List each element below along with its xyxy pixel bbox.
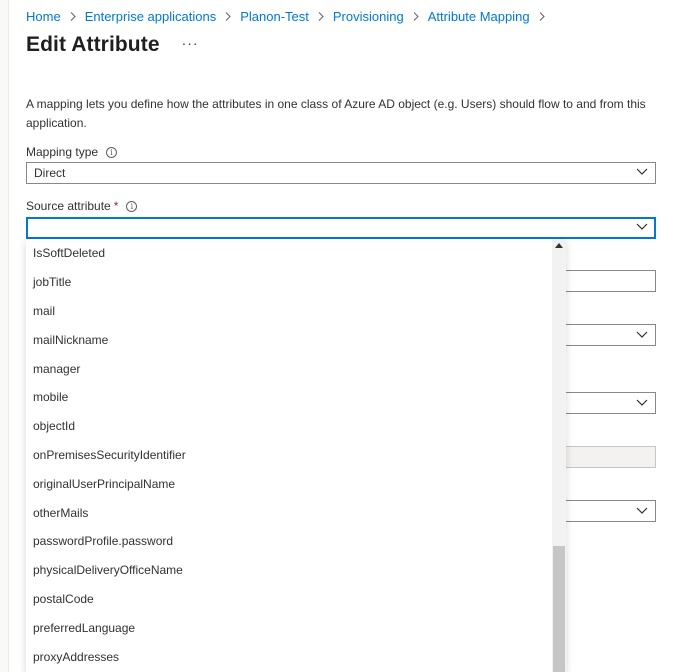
dropdown-option[interactable]: mail bbox=[26, 297, 566, 326]
chevron-down-icon bbox=[636, 507, 648, 515]
default-value-field[interactable] bbox=[565, 270, 656, 292]
chevron-right-icon bbox=[225, 12, 231, 21]
source-attribute-select[interactable] bbox=[26, 217, 656, 239]
page-description: A mapping lets you define how the attrib… bbox=[26, 97, 646, 130]
breadcrumb: Home Enterprise applications Planon-Test… bbox=[26, 9, 554, 24]
dropdown-option[interactable]: passwordProfile.password bbox=[26, 527, 566, 556]
dropdown-option[interactable]: preferredLanguage bbox=[26, 613, 566, 642]
chevron-right-icon bbox=[539, 12, 545, 21]
dropdown-option[interactable]: proxyAddresses bbox=[26, 642, 566, 671]
chevron-down-icon bbox=[636, 168, 648, 176]
source-attribute-dropdown: IsSoftDeleted jobTitle mail mailNickname… bbox=[26, 239, 566, 672]
source-attribute-label-text: Source attribute bbox=[26, 199, 111, 213]
chevron-right-icon bbox=[318, 12, 324, 21]
dropdown-option[interactable]: physicalDeliveryOfficeName bbox=[26, 556, 566, 585]
scrollbar-thumb[interactable] bbox=[553, 546, 565, 672]
dropdown-option[interactable]: postalCode bbox=[26, 585, 566, 614]
dropdown-option[interactable]: objectId bbox=[26, 412, 566, 441]
mapping-type-label: Mapping type i bbox=[26, 145, 118, 159]
dropdown-option[interactable]: otherMails bbox=[26, 498, 566, 527]
required-asterisk: * bbox=[113, 199, 119, 213]
breadcrumb-planon-test[interactable]: Planon-Test bbox=[240, 9, 309, 24]
dropdown-option[interactable]: mailNickname bbox=[26, 325, 566, 354]
disabled-field bbox=[565, 446, 656, 468]
breadcrumb-enterprise-applications[interactable]: Enterprise applications bbox=[85, 9, 217, 24]
dropdown-scrollbar[interactable] bbox=[552, 239, 566, 672]
page-title: Edit Attribute bbox=[26, 33, 160, 56]
chevron-down-icon bbox=[636, 223, 648, 231]
chevron-right-icon bbox=[70, 12, 76, 21]
chevron-down-icon bbox=[636, 399, 648, 407]
dropdown-option[interactable]: mobile bbox=[26, 383, 566, 412]
more-options-button[interactable]: ··· bbox=[182, 35, 199, 51]
dropdown-option[interactable]: originalUserPrincipalName bbox=[26, 469, 566, 498]
mapping-type-label-text: Mapping type bbox=[26, 145, 99, 159]
chevron-right-icon bbox=[413, 12, 419, 21]
background-select[interactable] bbox=[565, 324, 656, 346]
info-icon[interactable]: i bbox=[106, 146, 118, 158]
dropdown-option[interactable]: jobTitle bbox=[26, 268, 566, 297]
mapping-type-value: Direct bbox=[34, 166, 66, 180]
scroll-up-arrow-icon[interactable] bbox=[555, 243, 563, 248]
source-attribute-label: Source attribute * i bbox=[26, 199, 138, 213]
breadcrumb-provisioning[interactable]: Provisioning bbox=[333, 9, 404, 24]
mapping-type-select[interactable]: Direct bbox=[26, 162, 656, 184]
dropdown-option[interactable]: manager bbox=[26, 354, 566, 383]
dropdown-option[interactable]: onPremisesSecurityIdentifier bbox=[26, 441, 566, 470]
chevron-down-icon bbox=[636, 331, 648, 339]
info-icon[interactable]: i bbox=[126, 200, 138, 212]
background-select[interactable] bbox=[565, 500, 656, 522]
breadcrumb-attribute-mapping[interactable]: Attribute Mapping bbox=[428, 9, 530, 24]
blade-left-edge bbox=[0, 0, 9, 672]
title-row: Edit Attribute ··· bbox=[26, 33, 199, 57]
dropdown-option[interactable]: IsSoftDeleted bbox=[26, 239, 566, 268]
background-select[interactable] bbox=[565, 392, 656, 414]
breadcrumb-home[interactable]: Home bbox=[26, 9, 61, 24]
